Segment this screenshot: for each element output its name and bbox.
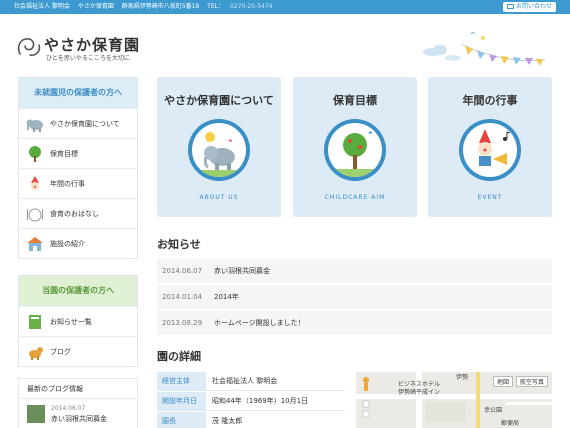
details-value: 茂 隆太郎 — [206, 412, 345, 428]
details-row: 園長 茂 隆太郎 — [157, 412, 345, 428]
sidebar-section-parents: 当園の保護者の方へ お知らせ一覧 ブログ — [18, 275, 138, 367]
sidebar-item-label: ブログ — [50, 347, 71, 356]
blog-title: 赤い羽根共同募金 — [51, 415, 107, 423]
details-value: 昭和44年（1969年）10月1日 — [206, 392, 345, 411]
sidebar-item-aim[interactable]: 保育目標 — [19, 138, 137, 168]
building-icon — [27, 236, 43, 251]
tree-icon — [29, 145, 41, 162]
card-event[interactable]: 年間の行事 EVENT — [428, 77, 552, 217]
card-en-label: EVENT — [477, 194, 503, 201]
sidebar-item-label: お知らせ一覧 — [50, 317, 92, 326]
sidebar-item-news-list[interactable]: お知らせ一覧 — [19, 306, 137, 336]
nursery-name: やさか保育園 — [77, 3, 114, 10]
pegman-icon — [362, 377, 370, 418]
card-circle — [188, 119, 250, 181]
map-zoom-control[interactable] — [359, 375, 373, 425]
news-text: 2014年 — [214, 293, 239, 301]
card-about[interactable]: やさか保育園について ABOUT US — [157, 77, 281, 217]
map-type-map-button[interactable]: 地図 — [493, 376, 514, 387]
details-value: 社会福祉法人 黎明会 — [206, 372, 345, 391]
news-text: 赤い羽根共同募金 — [214, 267, 270, 275]
blog-thumbnail — [27, 405, 45, 423]
logo-title: やさか保育園 — [44, 36, 141, 54]
news-item[interactable]: 2013.08.29 ホームページ開設しました！ — [157, 311, 552, 335]
tel-label: TEL： — [207, 3, 224, 10]
latest-blog-heading: 最新のブログ情報 — [19, 379, 137, 399]
map-label-post: 郵便局 — [501, 420, 520, 427]
contact-label: お問い合わせ — [515, 3, 552, 10]
card-circle — [324, 119, 386, 181]
news-item[interactable]: 2014.01.04 2014年 — [157, 285, 552, 309]
map-label-hotel2: 伊勢崎平成イン — [398, 389, 441, 396]
details-row: 経営主体 社会福祉法人 黎明会 — [157, 372, 345, 391]
card-title: やさか保育園について — [164, 94, 274, 107]
elephant-icon — [192, 132, 246, 177]
location-map[interactable]: 地図 航空写真 ビジネスホテル 伊勢崎平成イン 伊勢 幸公園 郵便局 — [356, 372, 552, 428]
news-text: ホームページ開設しました！ — [214, 319, 305, 327]
sidebar-section-newcomers: 未就園児の保護者の方へ やさか保育園について 保育目標 年間の行事 食育のおはな… — [18, 77, 138, 259]
contact-button[interactable]: お問い合わせ — [502, 2, 556, 12]
card-aim[interactable]: 保育目標 CHILDCARE AIM — [293, 77, 417, 217]
card-en-label: ABOUT US — [199, 194, 239, 201]
details-table: 経営主体 社会福祉法人 黎明会 開設年月日 昭和44年（1969年）10月1日 … — [157, 372, 345, 428]
sidebar-item-label: 保育目標 — [50, 149, 78, 158]
tel-number[interactable]: 0270-25-5474 — [230, 3, 273, 10]
details-key: 経営主体 — [157, 372, 206, 391]
tree-icon — [328, 131, 382, 177]
org-name: 社会福祉法人 黎明会 — [14, 3, 70, 10]
news-date: 2014.06.07 — [162, 267, 203, 275]
card-title: 保育目標 — [333, 94, 377, 107]
map-label-city: 伊勢 — [456, 374, 469, 381]
sidebar-item-events[interactable]: 年間の行事 — [19, 168, 137, 198]
sidebar-item-label: 年間の行事 — [50, 179, 85, 188]
dog-icon — [29, 346, 43, 360]
logo-subtitle: ひとを思いやるこころを大切に — [46, 55, 130, 62]
address: 群馬県伊勢崎市八坂町5番18 — [121, 3, 200, 10]
blog-date: 2014.06.07 — [51, 405, 86, 412]
bunting-decoration — [423, 32, 546, 66]
card-circle — [459, 119, 521, 181]
news-date: 2014.01.04 — [162, 293, 203, 301]
news-date: 2013.08.29 — [162, 319, 203, 327]
clown-icon — [31, 175, 39, 190]
site-logo[interactable]: やさか保育園 ひとを思いやるこころを大切に — [16, 34, 166, 64]
meal-icon — [27, 208, 43, 221]
blog-entry[interactable]: 2014.06.07 赤い羽根共同募金 — [19, 399, 137, 428]
notebook-icon — [29, 314, 41, 329]
news-list: 2014.06.07 赤い羽根共同募金 2014.01.04 2014年 201… — [157, 259, 552, 337]
details-row: 開設年月日 昭和44年（1969年）10月1日 — [157, 392, 345, 411]
sidebar-item-meal[interactable]: 食育のおはなし — [19, 198, 137, 228]
news-item[interactable]: 2014.06.07 赤い羽根共同募金 — [157, 259, 552, 283]
sidebar-item-about[interactable]: やさか保育園について — [19, 108, 137, 138]
logo-mark-icon — [17, 38, 41, 56]
sidebar-heading-parents: 当園の保護者の方へ — [19, 276, 137, 306]
card-title: 年間の行事 — [462, 94, 518, 107]
sidebar-item-label: やさか保育園について — [50, 119, 120, 128]
sidebar-item-blog[interactable]: ブログ — [19, 336, 137, 366]
clown-icon — [478, 129, 511, 166]
news-heading: お知らせ — [157, 238, 201, 251]
map-label-park: 幸公園 — [484, 407, 503, 414]
details-key: 園長 — [157, 412, 206, 428]
sidebar-item-label: 施設の紹介 — [50, 239, 85, 248]
sidebar-heading-newcomers: 未就園児の保護者の方へ — [19, 78, 137, 108]
sidebar-item-facility[interactable]: 施設の紹介 — [19, 228, 137, 258]
elephant-icon — [26, 119, 43, 132]
mail-icon — [506, 4, 514, 9]
map-type-satellite-button[interactable]: 航空写真 — [516, 376, 549, 387]
details-heading: 園の詳細 — [157, 350, 201, 363]
sidebar-item-label: 食育のおはなし — [50, 209, 99, 218]
card-en-label: CHILDCARE AIM — [324, 194, 386, 201]
latest-blog-box: 最新のブログ情報 2014.06.07 赤い羽根共同募金 — [18, 378, 138, 428]
details-key: 開設年月日 — [157, 392, 206, 411]
top-info-bar: 社会福祉法人 黎明会 やさか保育園 群馬県伊勢崎市八坂町5番18 TEL： 027… — [0, 0, 570, 14]
